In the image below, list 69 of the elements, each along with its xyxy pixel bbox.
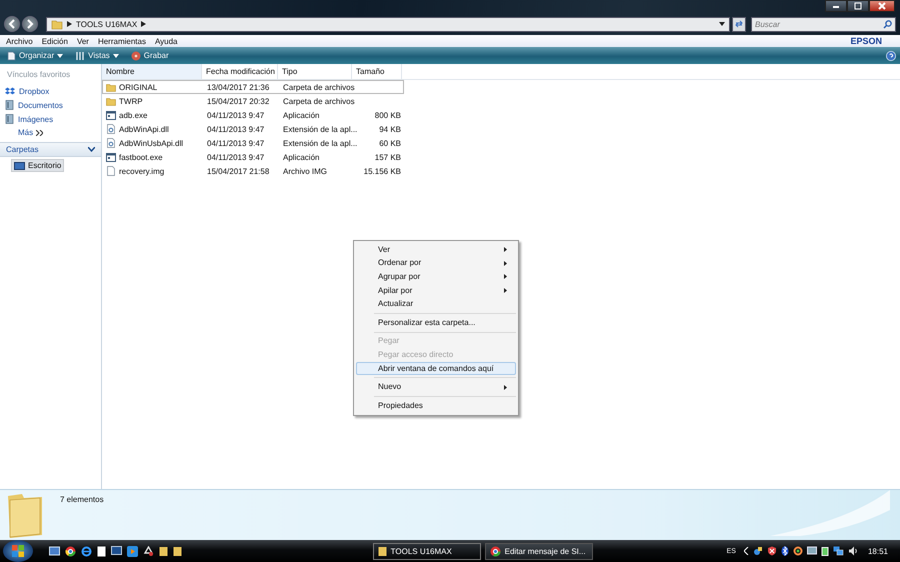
breadcrumb[interactable]: TOOLS U16MAX: [76, 20, 138, 28]
file-row[interactable]: TWRP 15/04/2017 20:32 Carpeta de archivos: [102, 94, 404, 108]
column-header[interactable]: Tipo: [278, 64, 352, 79]
table-cell: 15/04/2017 20:32: [207, 96, 270, 106]
table-cell: 04/11/2013 9:47: [207, 110, 264, 120]
menu-item[interactable]: Edición: [42, 36, 68, 46]
search-field[interactable]: Buscar: [751, 16, 896, 32]
item-count: 7 elementos: [60, 495, 104, 504]
menu-item[interactable]: Actualizar: [356, 297, 516, 311]
column-header[interactable]: Nombre: [102, 64, 202, 79]
column-header[interactable]: Fecha modificación: [202, 64, 278, 79]
toolbar-button[interactable]: Grabar: [128, 50, 171, 62]
table-cell: Aplicación: [283, 110, 320, 120]
file-row[interactable]: fastboot.exe 04/11/2013 9:47 Aplicación 157 KB: [102, 150, 404, 164]
table-cell: Archivo IMG: [283, 166, 328, 176]
taskbar-button[interactable]: TOOLS U16MAX: [372, 542, 481, 560]
table-cell: 800 KB: [374, 110, 401, 120]
file-row[interactable]: ORIGINAL 13/04/2017 21:36 Carpeta de archivos: [102, 80, 404, 94]
table-cell: 15/04/2017 21:58: [207, 166, 270, 176]
clock: 18:51: [868, 546, 888, 556]
menu-item[interactable]: Archivo: [6, 36, 33, 46]
address-bar[interactable]: TOOLS U16MAX: [46, 16, 730, 32]
file-row[interactable]: recovery.img 15/04/2017 21:58 Archivo IMG 15.156 KB: [102, 164, 404, 178]
menu-item[interactable]: Agrupar por: [356, 270, 516, 284]
table-cell: Carpeta de archivos: [283, 82, 355, 92]
sidebar-link[interactable]: Documentos: [0, 98, 101, 112]
menu-item[interactable]: Apilar por: [356, 284, 516, 298]
file-name: ORIGINAL: [119, 82, 158, 92]
table-cell: 15.156 KB: [364, 166, 401, 176]
file-row[interactable]: AdbWinUsbApi.dll 04/11/2013 9:47 Extensión de la apl... 60 KB: [102, 136, 404, 150]
brand-label: EPSON: [850, 36, 882, 46]
sidebar-link[interactable]: Imágenes: [0, 112, 101, 126]
file-row[interactable]: adb.exe 04/11/2013 9:47 Aplicación 800 KB: [102, 108, 404, 122]
file-name: AdbWinUsbApi.dll: [119, 138, 184, 148]
folders-header[interactable]: Carpetas: [0, 142, 101, 157]
table-cell: 60 KB: [379, 138, 401, 148]
file-name: adb.exe: [119, 110, 148, 120]
table-cell: 04/11/2013 9:47: [207, 124, 264, 134]
menu-item[interactable]: Ayuda: [154, 36, 178, 46]
sidebar-link[interactable]: Dropbox: [0, 84, 101, 98]
file-name: fastboot.exe: [119, 152, 163, 162]
table-cell: 94 KB: [379, 124, 401, 134]
table-cell: Extensión de la apl...: [283, 138, 358, 148]
toolbar-button[interactable]: Vistas: [73, 50, 121, 62]
menu-item[interactable]: Ver: [356, 243, 516, 257]
menu-item[interactable]: Herramientas: [98, 36, 146, 46]
taskbar-button[interactable]: Editar mensaje de SI...: [484, 542, 593, 560]
table-cell: Aplicación: [283, 152, 320, 162]
table-cell: Carpeta de archivos: [283, 96, 355, 106]
file-row[interactable]: AdbWinApi.dll 04/11/2013 9:47 Extensión de la apl... 94 KB: [102, 122, 404, 136]
column-header[interactable]: Tamaño: [352, 64, 402, 79]
menu-item[interactable]: Propiedades: [356, 398, 516, 413]
folder-item[interactable]: Escritorio: [11, 159, 64, 172]
file-name: recovery.img: [119, 166, 164, 176]
more-link[interactable]: Más: [0, 126, 101, 139]
table-cell: Extensión de la apl...: [283, 124, 358, 134]
table-cell: 04/11/2013 9:47: [207, 152, 264, 162]
menu-item[interactable]: Ver: [76, 36, 89, 46]
menu-item[interactable]: Ordenar por: [356, 256, 516, 270]
menu-item[interactable]: Abrir ventana de comandos aquí: [356, 362, 516, 376]
menu-item[interactable]: Nuevo: [356, 380, 516, 394]
table-cell: 157 KB: [374, 152, 401, 162]
table-cell: 13/04/2017 21:36: [207, 82, 270, 92]
section-title: Vínculos favoritos: [6, 70, 72, 81]
file-name: TWRP: [119, 96, 143, 106]
menu-item[interactable]: Personalizar esta carpeta...: [356, 316, 516, 330]
toolbar-button[interactable]: Organizar: [4, 50, 66, 62]
table-cell: 04/11/2013 9:47: [207, 138, 264, 148]
file-name: AdbWinApi.dll: [119, 124, 169, 134]
